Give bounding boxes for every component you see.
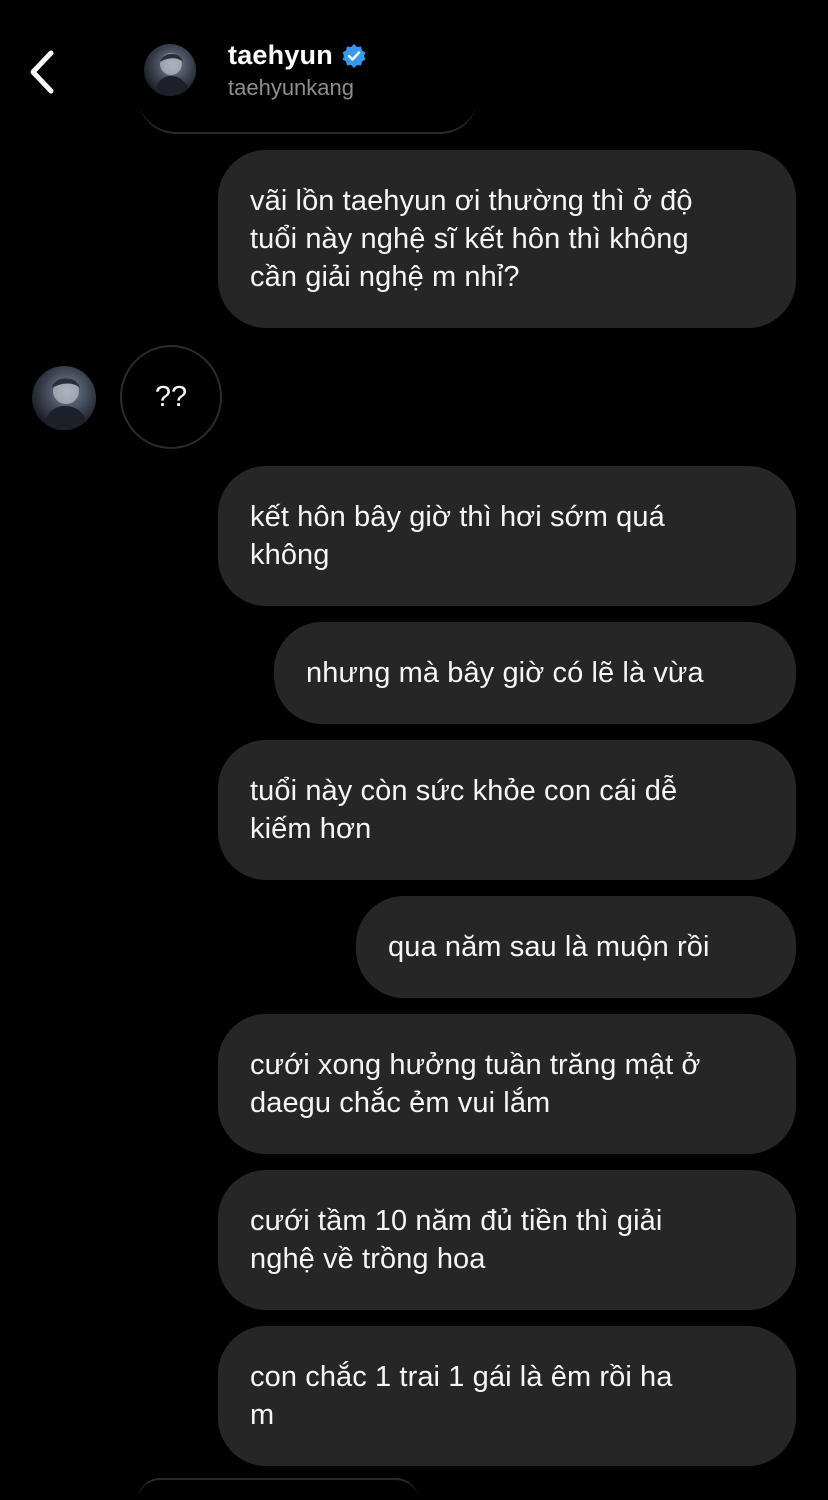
scroll-divider xyxy=(138,96,478,134)
chevron-left-icon xyxy=(30,50,54,94)
message-bubble[interactable]: tuổi này còn sức khỏe con cái dễ kiếm hơ… xyxy=(218,740,796,880)
message-text: cưới xong hưởng tuần trăng mật ở daegu c… xyxy=(250,1046,701,1122)
message-line: nghệ về trồng hoa xyxy=(250,1243,486,1275)
sender-avatar[interactable] xyxy=(32,366,96,430)
message-line: daegu chắc ẻm vui lắm xyxy=(250,1087,551,1119)
message-line: cưới tầm 10 năm đủ tiền thì giải xyxy=(250,1205,663,1237)
profile-avatar[interactable] xyxy=(144,44,196,96)
message-bubble[interactable]: cưới tầm 10 năm đủ tiền thì giải nghệ về… xyxy=(218,1170,796,1310)
message-text: nhưng mà bây giờ có lẽ là vừa xyxy=(306,654,704,692)
next-message-edge xyxy=(138,1478,418,1500)
avatar-image xyxy=(154,53,190,96)
message-line: kết hôn bây giờ thì hơi sớm quá xyxy=(250,501,665,533)
message-text: ?? xyxy=(154,380,188,413)
message-text: tuổi này còn sức khỏe con cái dễ kiếm hơ… xyxy=(250,772,677,848)
avatar-image xyxy=(44,378,88,430)
message-line: con chắc 1 trai 1 gái là êm rồi ha xyxy=(250,1361,673,1393)
message-line: nhưng mà bây giờ có lẽ là vừa xyxy=(306,657,704,689)
message-line: kiếm hơn xyxy=(250,813,372,845)
message-bubble[interactable]: con chắc 1 trai 1 gái là êm rồi ha m xyxy=(218,1326,796,1466)
message-text: kết hôn bây giờ thì hơi sớm quá không xyxy=(250,498,665,574)
message-text: qua năm sau là muộn rồi xyxy=(388,928,709,966)
message-text: con chắc 1 trai 1 gái là êm rồi ha m xyxy=(250,1358,673,1434)
message-bubble[interactable]: vãi lồn taehyun ơi thường thì ở độ tuổi … xyxy=(218,150,796,328)
message-line: qua năm sau là muộn rồi xyxy=(388,931,710,963)
incoming-message-bubble[interactable]: ?? xyxy=(120,345,222,449)
message-bubble[interactable]: kết hôn bây giờ thì hơi sớm quá không xyxy=(218,466,796,606)
back-button[interactable] xyxy=(22,44,62,100)
profile-name: taehyun xyxy=(228,40,333,70)
message-text: cưới tầm 10 năm đủ tiền thì giải nghệ về… xyxy=(250,1202,662,1278)
profile-name-row[interactable]: taehyun xyxy=(228,40,367,71)
chat-header: taehyun taehyunkang xyxy=(0,0,828,140)
message-bubble[interactable]: nhưng mà bây giờ có lẽ là vừa xyxy=(274,622,796,724)
message-line: không xyxy=(250,539,330,571)
message-line: m xyxy=(250,1399,275,1431)
message-bubble[interactable]: cưới xong hưởng tuần trăng mật ở daegu c… xyxy=(218,1014,796,1154)
message-line: tuổi này còn sức khỏe con cái dễ xyxy=(250,775,678,807)
message-line: cần giải nghệ m nhỉ? xyxy=(250,261,520,293)
message-bubble[interactable]: qua năm sau là muộn rồi xyxy=(356,896,796,998)
message-line: cưới xong hưởng tuần trăng mật ở xyxy=(250,1049,701,1081)
message-line: tuổi này nghệ sĩ kết hôn thì không xyxy=(250,223,689,255)
message-line: vãi lồn taehyun ơi thường thì ở độ xyxy=(250,185,693,217)
verified-badge-icon xyxy=(342,43,366,68)
message-text: vãi lồn taehyun ơi thường thì ở độ tuổi … xyxy=(250,182,693,296)
